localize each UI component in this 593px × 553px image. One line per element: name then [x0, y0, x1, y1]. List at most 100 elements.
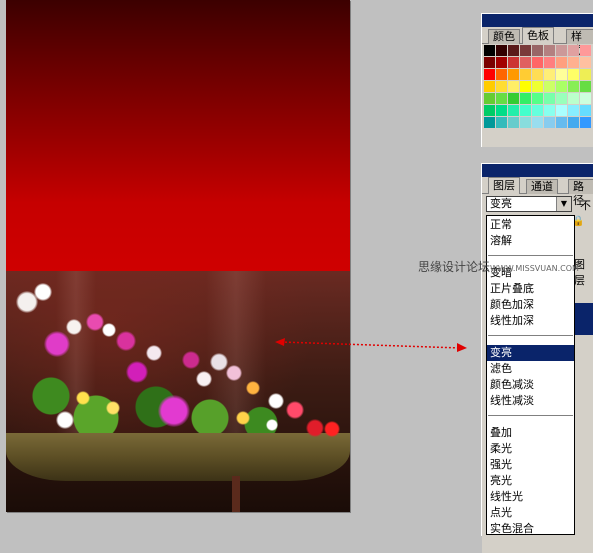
tab-layers[interactable]: 图层 — [488, 177, 520, 194]
tab-channels[interactable]: 通道 — [526, 179, 558, 194]
color-swatch[interactable] — [520, 105, 531, 116]
blend-mode-option[interactable]: 颜色加深 — [487, 297, 574, 313]
watermark: 思缘设计论坛WWW.MISSVUAN.COM — [418, 258, 579, 275]
color-swatch[interactable] — [568, 93, 579, 104]
flower-blossom — [158, 395, 190, 427]
color-swatch[interactable] — [556, 117, 567, 128]
color-swatch[interactable] — [556, 45, 567, 56]
color-swatch[interactable] — [544, 45, 555, 56]
color-swatch[interactable] — [520, 93, 531, 104]
color-swatch[interactable] — [484, 81, 495, 92]
tab-swatches[interactable]: 色板 — [522, 27, 554, 44]
blend-mode-option[interactable]: 颜色减淡 — [487, 377, 574, 393]
flower-blossom — [44, 331, 70, 357]
color-swatch[interactable] — [508, 81, 519, 92]
color-swatch[interactable] — [508, 93, 519, 104]
color-swatch[interactable] — [532, 81, 543, 92]
blend-mode-option[interactable]: 滤色 — [487, 361, 574, 377]
color-swatch[interactable] — [532, 93, 543, 104]
blend-mode-option[interactable]: 线性减淡 — [487, 393, 574, 409]
blend-mode-option[interactable]: 实色混合 — [487, 521, 574, 534]
color-swatch[interactable] — [484, 57, 495, 68]
color-swatch[interactable] — [556, 93, 567, 104]
blend-mode-option[interactable]: 点光 — [487, 505, 574, 521]
color-swatch[interactable] — [520, 81, 531, 92]
color-swatch[interactable] — [508, 69, 519, 80]
color-swatch[interactable] — [568, 69, 579, 80]
color-swatch[interactable] — [484, 69, 495, 80]
color-swatch[interactable] — [532, 105, 543, 116]
flower-blossom — [196, 371, 212, 387]
blend-mode-option[interactable]: 叠加 — [487, 425, 574, 441]
color-swatch[interactable] — [484, 45, 495, 56]
color-swatch[interactable] — [556, 57, 567, 68]
blend-mode-select[interactable]: 变亮 ▼ — [486, 196, 572, 212]
color-swatch[interactable] — [544, 93, 555, 104]
blend-mode-row: 变亮 ▼ 不 — [482, 195, 593, 213]
blend-mode-option[interactable]: 线性加深 — [487, 313, 574, 329]
color-swatch[interactable] — [580, 57, 591, 68]
color-swatch[interactable] — [484, 93, 495, 104]
color-swatch[interactable] — [580, 69, 591, 80]
color-swatch[interactable] — [508, 105, 519, 116]
flower-blossom — [324, 421, 340, 437]
color-swatch[interactable] — [532, 69, 543, 80]
tab-color[interactable]: 颜色 — [488, 29, 520, 44]
color-swatch[interactable] — [568, 81, 579, 92]
layers-panel-titlebar[interactable] — [482, 164, 593, 177]
color-swatch[interactable] — [544, 57, 555, 68]
color-swatch[interactable] — [508, 45, 519, 56]
flower-blossom — [268, 393, 284, 409]
flower-blossom — [146, 345, 162, 361]
color-swatch[interactable] — [532, 117, 543, 128]
color-swatch[interactable] — [520, 45, 531, 56]
color-swatch[interactable] — [520, 117, 531, 128]
color-swatch[interactable] — [532, 57, 543, 68]
tab-styles[interactable]: 样式 — [566, 29, 593, 57]
color-swatch[interactable] — [496, 81, 507, 92]
color-swatch[interactable] — [496, 57, 507, 68]
chevron-down-icon[interactable]: ▼ — [556, 197, 571, 211]
color-swatch[interactable] — [508, 117, 519, 128]
blend-mode-option[interactable]: 线性光 — [487, 489, 574, 505]
color-swatch[interactable] — [580, 45, 591, 56]
color-swatch[interactable] — [496, 117, 507, 128]
tab-paths[interactable]: 路径 — [568, 179, 593, 207]
planter-pole — [232, 476, 240, 512]
color-swatch[interactable] — [496, 93, 507, 104]
color-swatch[interactable] — [496, 105, 507, 116]
color-swatch[interactable] — [544, 69, 555, 80]
color-swatch[interactable] — [568, 105, 579, 116]
color-swatch[interactable] — [544, 117, 555, 128]
color-swatch[interactable] — [544, 105, 555, 116]
color-swatch[interactable] — [580, 117, 591, 128]
color-swatch[interactable] — [508, 57, 519, 68]
color-swatch[interactable] — [496, 69, 507, 80]
blend-mode-option[interactable]: 变亮 — [487, 345, 574, 361]
selected-layer-row[interactable] — [574, 303, 593, 335]
blend-mode-option[interactable]: 亮光 — [487, 473, 574, 489]
color-swatch[interactable] — [544, 81, 555, 92]
blend-mode-option[interactable]: 正常 — [487, 217, 574, 233]
color-swatch[interactable] — [556, 81, 567, 92]
color-swatch[interactable] — [532, 45, 543, 56]
color-swatch[interactable] — [568, 117, 579, 128]
blend-mode-option[interactable]: 强光 — [487, 457, 574, 473]
color-swatch[interactable] — [580, 105, 591, 116]
color-swatch[interactable] — [496, 45, 507, 56]
color-swatch[interactable] — [568, 45, 579, 56]
color-swatch[interactable] — [520, 69, 531, 80]
swatches-panel-titlebar[interactable] — [482, 14, 593, 27]
color-swatch[interactable] — [556, 105, 567, 116]
color-swatch[interactable] — [484, 117, 495, 128]
color-swatch[interactable] — [568, 57, 579, 68]
blend-mode-option[interactable]: 正片叠底 — [487, 281, 574, 297]
blend-mode-option[interactable]: 柔光 — [487, 441, 574, 457]
document-canvas[interactable] — [6, 0, 350, 512]
color-swatch[interactable] — [484, 105, 495, 116]
color-swatch[interactable] — [556, 69, 567, 80]
color-swatch[interactable] — [580, 81, 591, 92]
color-swatch[interactable] — [520, 57, 531, 68]
blend-mode-option[interactable]: 溶解 — [487, 233, 574, 249]
color-swatch[interactable] — [580, 93, 591, 104]
